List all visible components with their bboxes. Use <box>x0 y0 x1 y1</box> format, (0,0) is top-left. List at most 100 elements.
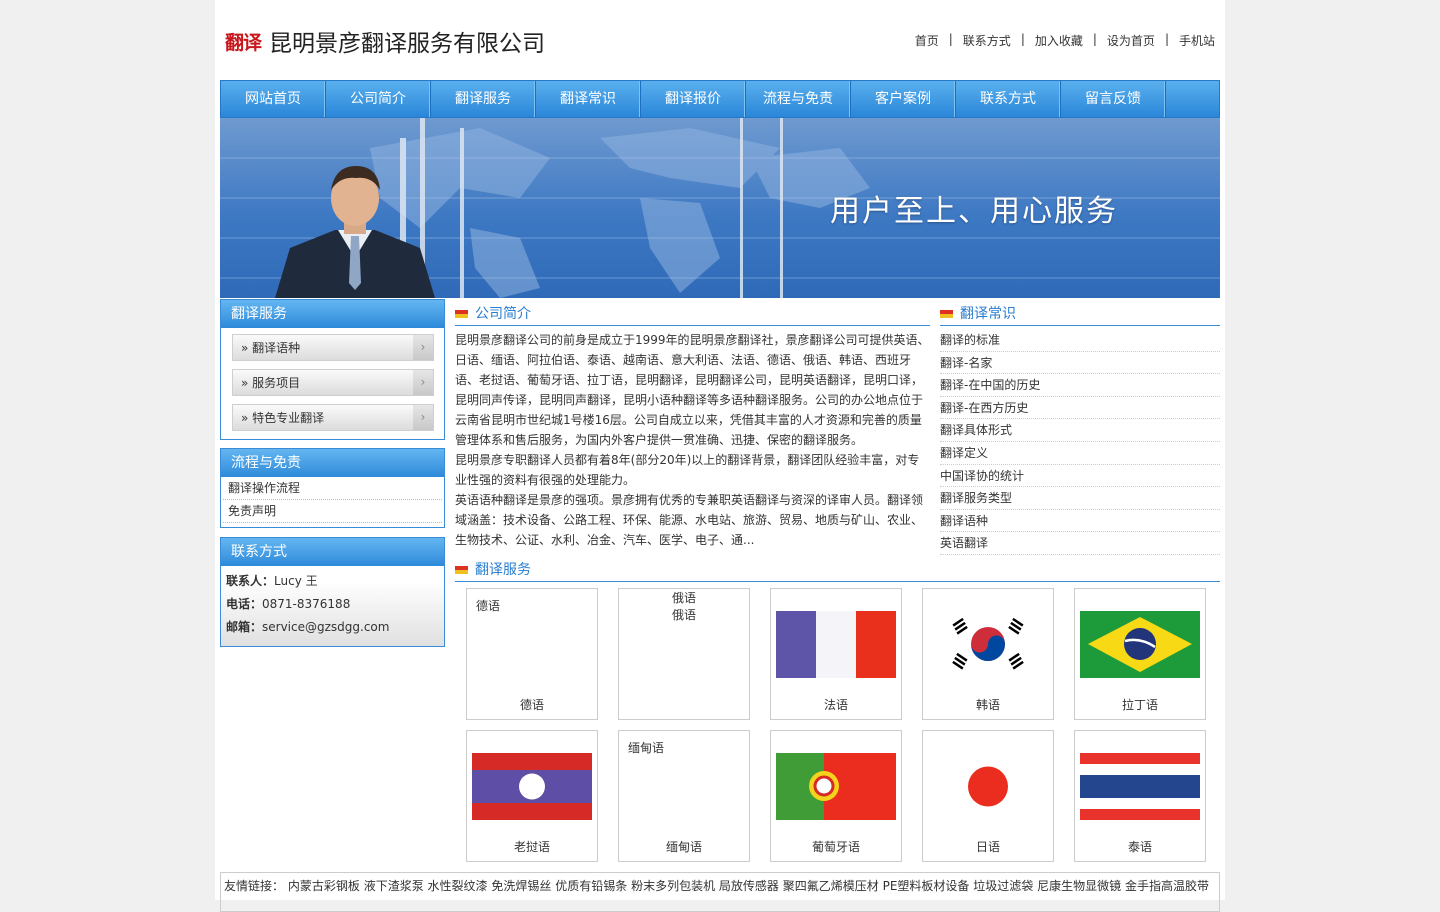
friend-links-label: 友情链接： <box>224 879 285 893</box>
knowledge-link[interactable]: 翻译语种 <box>940 510 1220 533</box>
page: 翻译 昆明景彦翻译服务有限公司 首页 | 联系方式 | 加入收藏 | 设为首页 … <box>215 0 1225 912</box>
nav-home[interactable]: 网站首页 <box>221 81 326 117</box>
card-russian[interactable]: 俄语 俄语 <box>618 588 750 720</box>
card-caption: 法语 <box>823 698 848 712</box>
left-flow-title: 流程与免责 <box>221 449 444 477</box>
nav-contact[interactable]: 联系方式 <box>956 81 1061 117</box>
logo[interactable]: 翻译 昆明景彦翻译服务有限公司 <box>225 26 545 57</box>
card-burmese[interactable]: 缅甸语 缅甸语 <box>618 730 750 862</box>
laos-flag-icon <box>472 753 592 820</box>
friend-link[interactable]: 垃圾过滤袋 <box>973 879 1033 893</box>
knowledge-link[interactable]: 翻译服务类型 <box>940 487 1220 510</box>
card-latin[interactable]: 拉丁语 <box>1074 588 1206 720</box>
banner-slogan: 用户至上、用心服务 <box>830 194 1118 229</box>
friend-link[interactable]: 优质有铅锡条 <box>555 879 627 893</box>
toplink-contact[interactable]: 联系方式 <box>963 32 1011 49</box>
left-service-items[interactable]: » 服务项目 › <box>232 369 434 396</box>
portugal-flag-icon <box>776 753 896 820</box>
separator: | <box>1020 32 1025 46</box>
intro-paragraph: 英语语种翻译是景彦的强项。景彦拥有优秀的专兼职英语翻译与资深的译审人员。翻译领域… <box>455 493 924 547</box>
nav-process[interactable]: 流程与免责 <box>746 81 851 117</box>
left-contact-box: 联系方式 联系人：Lucy 王 电话：0871-8376188 邮箱：servi… <box>220 537 445 647</box>
knowledge-link[interactable]: 翻译具体形式 <box>940 419 1220 442</box>
card-caption: 德语 <box>519 698 544 712</box>
logo-mark: 翻译 <box>225 31 262 54</box>
thailand-flag-icon <box>1080 753 1200 820</box>
intro-paragraph: 昆明景彦专职翻译人员都有着8年(部分20年)以上的翻译背景，翻译团队经验丰富，对… <box>455 453 920 487</box>
friend-link[interactable]: 免洗焊锡丝 <box>491 879 551 893</box>
toplink-set-homepage[interactable]: 设为首页 <box>1107 32 1155 49</box>
brazil-flag-icon <box>1080 611 1200 678</box>
separator: | <box>1164 32 1169 46</box>
toplink-bookmark[interactable]: 加入收藏 <box>1035 32 1083 49</box>
knowledge-link[interactable]: 翻译的标准 <box>940 329 1220 352</box>
contact-phone-label: 电话： <box>226 597 263 611</box>
header: 翻译 昆明景彦翻译服务有限公司 首页 | 联系方式 | 加入收藏 | 设为首页 … <box>215 0 1225 80</box>
toplink-home[interactable]: 首页 <box>915 32 939 49</box>
toplink-mobile[interactable]: 手机站 <box>1179 32 1215 49</box>
card-japanese[interactable]: 日语 <box>922 730 1054 862</box>
friend-link[interactable]: 局放传感器 <box>719 879 779 893</box>
card-portuguese[interactable]: 葡萄牙语 <box>770 730 902 862</box>
chevron-right-icon: › <box>413 370 433 395</box>
japan-flag-icon <box>928 753 1048 820</box>
nav-about[interactable]: 公司简介 <box>326 81 431 117</box>
link-process[interactable]: 翻译操作流程 <box>223 477 442 500</box>
left-service-label: » 特色专业翻译 <box>241 411 325 425</box>
contact-person-label: 联系人： <box>226 574 275 588</box>
contact-phone: 电话：0871-8376188 <box>221 593 444 616</box>
intro-section-title: 公司简介 <box>455 302 930 326</box>
knowledge-link[interactable]: 英语翻译 <box>940 532 1220 555</box>
contact-person: 联系人：Lucy 王 <box>221 570 444 593</box>
friend-link[interactable]: 粉末多列包装机 <box>631 879 715 893</box>
flag-bullet-icon <box>455 566 468 574</box>
nav-cases[interactable]: 客户案例 <box>851 81 956 117</box>
separator: | <box>948 32 953 46</box>
friend-link[interactable]: PE塑料板材设备 <box>883 879 970 893</box>
broken-image-alt: 俄语 俄语 <box>671 591 696 622</box>
france-flag-icon <box>776 611 896 678</box>
knowledge-link[interactable]: 翻译-在中国的历史 <box>940 374 1220 397</box>
friend-link[interactable]: 金手指高温胶带 <box>1125 879 1209 893</box>
knowledge-link[interactable]: 翻译-名家 <box>940 352 1220 375</box>
knowledge-link[interactable]: 翻译-在西方历史 <box>940 397 1220 420</box>
friend-link[interactable]: 尼康生物显微镜 <box>1037 879 1121 893</box>
friend-link[interactable]: 液下渣浆泵 <box>364 879 424 893</box>
friend-link[interactable]: 水性裂纹漆 <box>428 879 488 893</box>
card-thai[interactable]: 泰语 <box>1074 730 1206 862</box>
knowledge-section-title: 翻译常识 <box>940 302 1220 326</box>
contact-email-value[interactable]: service@gzsdgg.com <box>262 620 389 634</box>
nav-services[interactable]: 翻译服务 <box>431 81 536 117</box>
left-contact-title: 联系方式 <box>221 538 444 566</box>
chevron-right-icon: › <box>413 405 433 430</box>
link-disclaimer[interactable]: 免责声明 <box>223 500 442 523</box>
intro-text: 昆明景彦翻译公司的前身是成立于1999年的昆明景彦翻译社，景彦翻译公司可提供英语… <box>455 330 930 550</box>
contact-person-value: Lucy 王 <box>274 574 318 588</box>
knowledge-title: 翻译常识 <box>960 306 1016 322</box>
knowledge-link[interactable]: 翻译定义 <box>940 442 1220 465</box>
nav-pricing[interactable]: 翻译报价 <box>641 81 746 117</box>
left-service-specialty[interactable]: » 特色专业翻译 › <box>232 404 434 431</box>
contact-phone-value: 0871-8376188 <box>262 597 351 611</box>
card-korean[interactable]: 韩语 <box>922 588 1054 720</box>
card-lao[interactable]: 老挝语 <box>466 730 598 862</box>
separator: | <box>1092 32 1097 46</box>
nav-feedback[interactable]: 留言反馈 <box>1061 81 1166 117</box>
knowledge-link[interactable]: 中国译协的统计 <box>940 465 1220 488</box>
card-french[interactable]: 法语 <box>770 588 902 720</box>
card-caption: 葡萄牙语 <box>811 840 860 854</box>
friend-link[interactable]: 内蒙古彩钢板 <box>288 879 360 893</box>
nav-knowledge[interactable]: 翻译常识 <box>536 81 641 117</box>
left-services-title: 翻译服务 <box>221 300 444 328</box>
card-caption: 日语 <box>975 840 1000 854</box>
friend-link[interactable]: 聚四氟乙烯模压材 <box>783 879 879 893</box>
left-service-languages[interactable]: » 翻译语种 › <box>232 334 434 361</box>
card-german[interactable]: 德语 德语 <box>466 588 598 720</box>
intro-paragraph: 昆明景彦翻译公司的前身是成立于1999年的昆明景彦翻译社，景彦翻译公司可提供英语… <box>455 333 930 447</box>
card-caption: 缅甸语 <box>665 840 702 854</box>
card-caption: 老挝语 <box>513 840 550 854</box>
contact-email-label: 邮箱： <box>226 620 263 634</box>
flag-bullet-icon <box>455 310 468 318</box>
left-flow-box: 流程与免责 翻译操作流程 免责声明 <box>220 448 445 528</box>
card-caption: 拉丁语 <box>1121 698 1158 712</box>
